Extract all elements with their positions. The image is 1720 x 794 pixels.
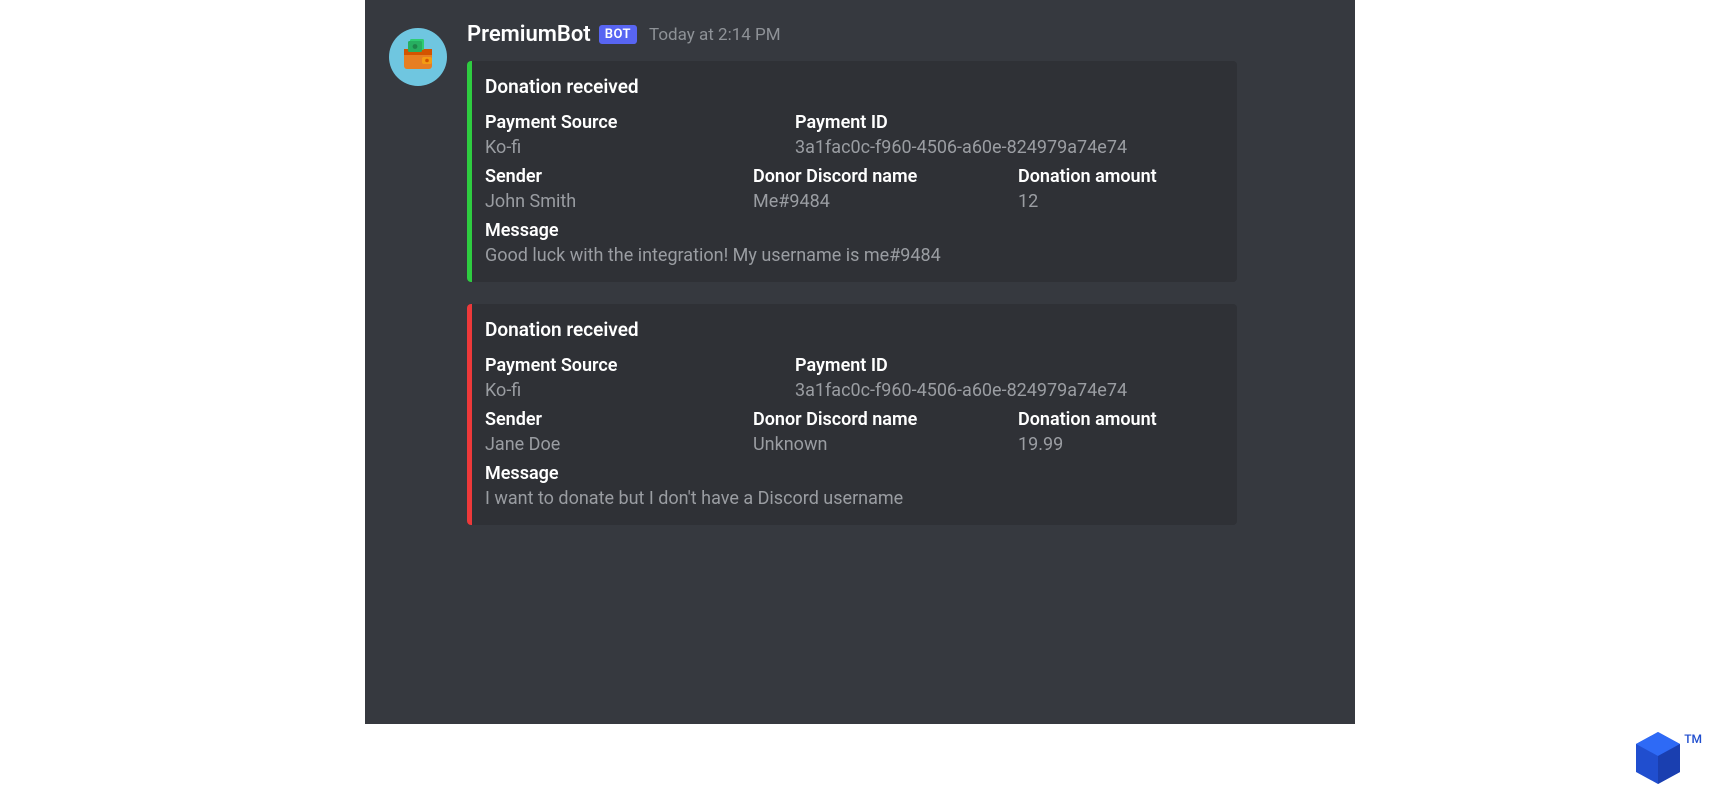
avatar[interactable] — [389, 28, 447, 86]
message: PremiumBot BOT Today at 2:14 PM Donation… — [389, 22, 1325, 547]
field-value: Ko-fi — [485, 380, 795, 401]
trademark-text: TM — [1684, 732, 1702, 746]
field-value: Jane Doe — [485, 434, 753, 455]
field-value: Me#9484 — [753, 191, 1018, 212]
field-message: Message I want to donate but I don't hav… — [485, 463, 1219, 509]
embed-row: Payment Source Ko-fi Payment ID 3a1fac0c… — [485, 355, 1219, 401]
field-value: Good luck with the integration! My usern… — [485, 245, 1219, 266]
field-value: John Smith — [485, 191, 753, 212]
field-payment-id: Payment ID 3a1fac0c-f960-4506-a60e-82497… — [795, 112, 1219, 158]
field-label: Payment Source — [485, 355, 795, 376]
field-payment-id: Payment ID 3a1fac0c-f960-4506-a60e-82497… — [795, 355, 1219, 401]
embed-title: Donation received — [485, 75, 1219, 98]
brand-corner: TM — [1636, 732, 1702, 784]
wallet-icon — [398, 37, 438, 77]
author-name[interactable]: PremiumBot — [467, 22, 591, 47]
field-label: Donation amount — [1018, 409, 1219, 430]
field-label: Payment ID — [795, 112, 1219, 133]
field-label: Message — [485, 220, 1219, 241]
embed-row: Sender Jane Doe Donor Discord name Unkno… — [485, 409, 1219, 455]
field-donation-amount: Donation amount 12 — [1018, 166, 1219, 212]
embed-row: Payment Source Ko-fi Payment ID 3a1fac0c… — [485, 112, 1219, 158]
message-body: PremiumBot BOT Today at 2:14 PM Donation… — [467, 22, 1325, 547]
discord-message-panel: PremiumBot BOT Today at 2:14 PM Donation… — [365, 0, 1355, 724]
field-value: 3a1fac0c-f960-4506-a60e-824979a74e74 — [795, 380, 1219, 401]
field-donation-amount: Donation amount 19.99 — [1018, 409, 1219, 455]
field-label: Payment Source — [485, 112, 795, 133]
field-label: Sender — [485, 166, 753, 187]
embed-donation-red: Donation received Payment Source Ko-fi P… — [467, 304, 1237, 525]
bot-badge: BOT — [599, 25, 637, 44]
field-label: Message — [485, 463, 1219, 484]
field-value: Unknown — [753, 434, 1018, 455]
field-label: Donation amount — [1018, 166, 1219, 187]
brand-logo-icon — [1636, 732, 1680, 784]
embed-donation-green: Donation received Payment Source Ko-fi P… — [467, 61, 1237, 282]
field-payment-source: Payment Source Ko-fi — [485, 112, 795, 158]
field-sender: Sender John Smith — [485, 166, 753, 212]
field-donor-discord-name: Donor Discord name Me#9484 — [753, 166, 1018, 212]
field-label: Donor Discord name — [753, 409, 1018, 430]
field-value: 19.99 — [1018, 434, 1219, 455]
timestamp: Today at 2:14 PM — [649, 25, 781, 45]
field-value: Ko-fi — [485, 137, 795, 158]
field-sender: Sender Jane Doe — [485, 409, 753, 455]
embed-row: Sender John Smith Donor Discord name Me#… — [485, 166, 1219, 212]
message-header: PremiumBot BOT Today at 2:14 PM — [467, 22, 1325, 47]
field-value: 12 — [1018, 191, 1219, 212]
field-label: Sender — [485, 409, 753, 430]
field-value: I want to donate but I don't have a Disc… — [485, 488, 1219, 509]
field-label: Donor Discord name — [753, 166, 1018, 187]
field-payment-source: Payment Source Ko-fi — [485, 355, 795, 401]
field-donor-discord-name: Donor Discord name Unknown — [753, 409, 1018, 455]
field-label: Payment ID — [795, 355, 1219, 376]
field-value: 3a1fac0c-f960-4506-a60e-824979a74e74 — [795, 137, 1219, 158]
embed-title: Donation received — [485, 318, 1219, 341]
field-message: Message Good luck with the integration! … — [485, 220, 1219, 266]
